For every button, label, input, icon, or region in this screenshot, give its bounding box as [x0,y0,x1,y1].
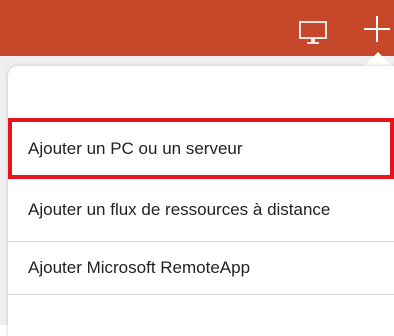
plus-icon[interactable] [362,14,392,44]
menu-item-label: Ajouter un flux de ressources à distance [28,200,331,219]
menu-item-add-microsoft-remoteapp[interactable]: Ajouter Microsoft RemoteApp [8,242,394,294]
popover-arrow [364,52,392,66]
top-toolbar [0,0,394,56]
menu-item-add-remote-resource-feed[interactable]: Ajouter un flux de ressources à distance [8,179,394,241]
menu-item-label: Ajouter un PC ou un serveur [28,139,243,158]
menu-item-add-pc-or-server[interactable]: Ajouter un PC ou un serveur [8,120,394,178]
desktop-monitor-icon[interactable] [298,20,328,46]
divider [8,294,394,295]
menu-item-label: Ajouter Microsoft RemoteApp [28,258,251,277]
